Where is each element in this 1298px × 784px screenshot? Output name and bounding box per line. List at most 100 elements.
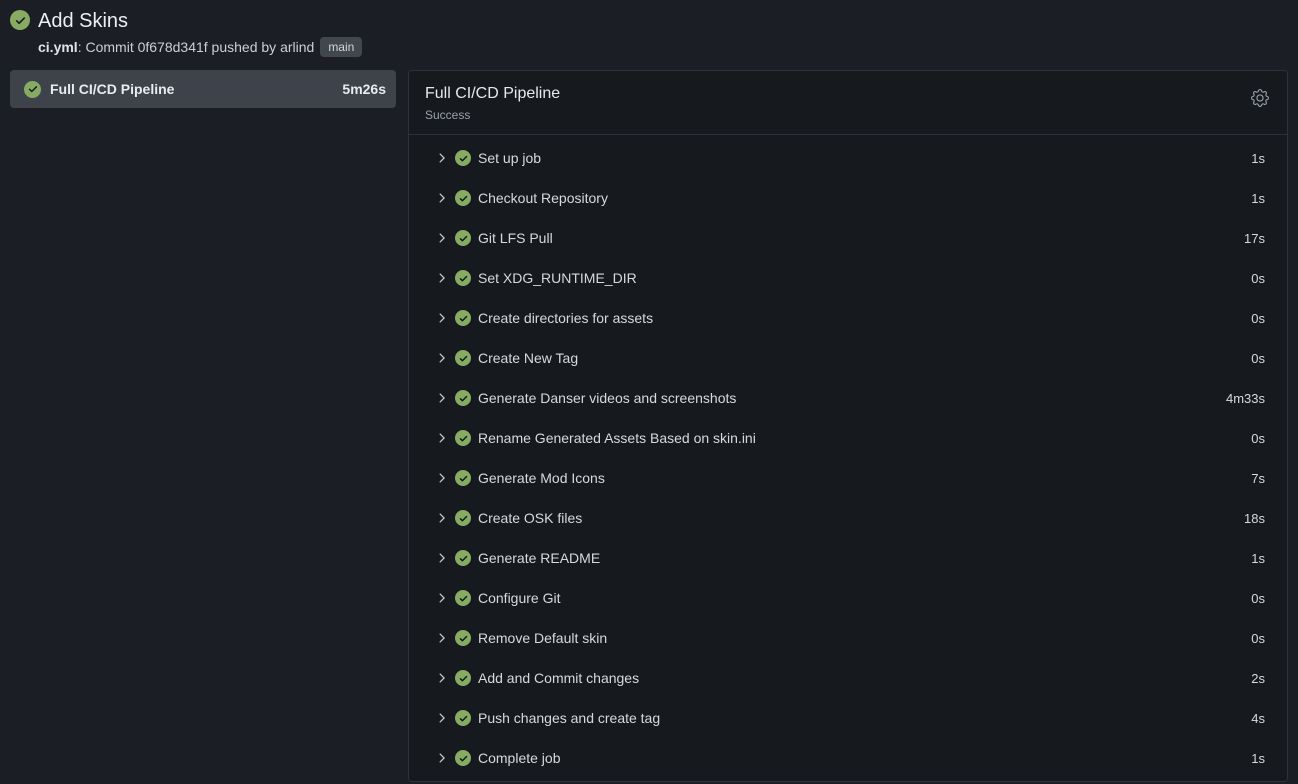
step-row[interactable]: Generate Danser videos and screenshots 4… (409, 378, 1287, 418)
step-success-check-circle-icon (455, 750, 471, 766)
step-name-label: Complete job (478, 750, 1251, 766)
chevron-right-icon[interactable] (434, 272, 450, 284)
chevron-right-icon[interactable] (434, 592, 450, 604)
step-row[interactable]: Create OSK files 18s (409, 498, 1287, 538)
step-success-check-circle-icon (455, 710, 471, 726)
commit-label: : Commit (78, 39, 138, 55)
branch-badge[interactable]: main (320, 37, 362, 57)
step-row[interactable]: Checkout Repository 1s (409, 178, 1287, 218)
step-success-check-circle-icon (455, 270, 471, 286)
step-duration-label: 2s (1251, 671, 1265, 686)
chevron-right-icon[interactable] (434, 752, 450, 764)
step-row[interactable]: Add and Commit changes 2s (409, 658, 1287, 698)
step-row[interactable]: Generate Mod Icons 7s (409, 458, 1287, 498)
chevron-right-icon[interactable] (434, 712, 450, 724)
job-name-label: Full CI/CD Pipeline (50, 81, 342, 97)
step-success-check-circle-icon (455, 510, 471, 526)
jobs-sidebar: Full CI/CD Pipeline 5m26s (10, 70, 396, 108)
step-duration-label: 0s (1251, 431, 1265, 446)
step-success-check-circle-icon (455, 310, 471, 326)
actor-name[interactable]: arlind (280, 39, 314, 55)
chevron-right-icon[interactable] (434, 152, 450, 164)
gear-icon[interactable] (1249, 87, 1271, 109)
job-detail-panel: Full CI/CD Pipeline Success (408, 70, 1288, 782)
step-success-check-circle-icon (455, 670, 471, 686)
step-row[interactable]: Remove Default skin 0s (409, 618, 1287, 658)
step-duration-label: 0s (1251, 351, 1265, 366)
job-success-check-circle-icon (24, 81, 41, 98)
job-panel-titles: Full CI/CD Pipeline Success (425, 84, 1249, 122)
step-row[interactable]: Rename Generated Assets Based on skin.in… (409, 418, 1287, 458)
step-success-check-circle-icon (455, 430, 471, 446)
step-success-check-circle-icon (455, 230, 471, 246)
step-name-label: Add and Commit changes (478, 670, 1251, 686)
step-row[interactable]: Create New Tag 0s (409, 338, 1287, 378)
step-name-label: Generate Danser videos and screenshots (478, 390, 1226, 406)
chevron-right-icon[interactable] (434, 552, 450, 564)
run-content: Full CI/CD Pipeline 5m26s Full CI/CD Pip… (10, 70, 1288, 782)
step-success-check-circle-icon (455, 550, 471, 566)
step-name-label: Rename Generated Assets Based on skin.in… (478, 430, 1251, 446)
step-name-label: Remove Default skin (478, 630, 1251, 646)
step-success-check-circle-icon (455, 390, 471, 406)
step-duration-label: 7s (1251, 471, 1265, 486)
step-row[interactable]: Set XDG_RUNTIME_DIR 0s (409, 258, 1287, 298)
step-duration-label: 1s (1251, 551, 1265, 566)
step-duration-label: 0s (1251, 631, 1265, 646)
chevron-right-icon[interactable] (434, 312, 450, 324)
step-name-label: Generate Mod Icons (478, 470, 1251, 486)
chevron-right-icon[interactable] (434, 512, 450, 524)
run-header: Add Skins (10, 8, 1288, 34)
chevron-right-icon[interactable] (434, 432, 450, 444)
job-duration-label: 5m26s (342, 81, 386, 97)
step-duration-label: 0s (1251, 311, 1265, 326)
pushed-by-label: pushed by (208, 39, 280, 55)
chevron-right-icon[interactable] (434, 352, 450, 364)
step-row[interactable]: Configure Git 0s (409, 578, 1287, 618)
step-row[interactable]: Set up job 1s (409, 138, 1287, 178)
step-row[interactable]: Complete job 1s (409, 738, 1287, 778)
step-duration-label: 1s (1251, 151, 1265, 166)
step-name-label: Create New Tag (478, 350, 1251, 366)
step-name-label: Push changes and create tag (478, 710, 1251, 726)
step-name-label: Checkout Repository (478, 190, 1251, 206)
step-duration-label: 1s (1251, 191, 1265, 206)
chevron-right-icon[interactable] (434, 632, 450, 644)
step-success-check-circle-icon (455, 150, 471, 166)
step-name-label: Generate README (478, 550, 1251, 566)
sidebar-job-item[interactable]: Full CI/CD Pipeline 5m26s (10, 70, 396, 108)
job-panel-header: Full CI/CD Pipeline Success (409, 71, 1287, 135)
step-row[interactable]: Generate README 1s (409, 538, 1287, 578)
actions-run-page: Add Skins ci.yml: Commit 0f678d341f push… (0, 0, 1298, 784)
step-success-check-circle-icon (455, 590, 471, 606)
chevron-right-icon[interactable] (434, 392, 450, 404)
step-name-label: Set XDG_RUNTIME_DIR (478, 270, 1251, 286)
step-name-label: Create OSK files (478, 510, 1244, 526)
step-duration-label: 4s (1251, 711, 1265, 726)
chevron-right-icon[interactable] (434, 472, 450, 484)
workflow-file-name: ci.yml (38, 39, 78, 55)
step-name-label: Set up job (478, 150, 1251, 166)
step-row[interactable]: Create directories for assets 0s (409, 298, 1287, 338)
step-duration-label: 0s (1251, 591, 1265, 606)
chevron-right-icon[interactable] (434, 192, 450, 204)
step-duration-label: 4m33s (1226, 391, 1265, 406)
run-success-check-circle-icon (10, 10, 30, 30)
step-name-label: Configure Git (478, 590, 1251, 606)
job-status-text: Success (425, 108, 1249, 122)
run-title: Add Skins (38, 8, 128, 34)
step-success-check-circle-icon (455, 470, 471, 486)
commit-sha[interactable]: 0f678d341f (138, 39, 208, 55)
chevron-right-icon[interactable] (434, 672, 450, 684)
chevron-right-icon[interactable] (434, 232, 450, 244)
step-row[interactable]: Push changes and create tag 4s (409, 698, 1287, 738)
step-row[interactable]: Git LFS Pull 17s (409, 218, 1287, 258)
step-name-label: Create directories for assets (478, 310, 1251, 326)
step-duration-label: 17s (1244, 231, 1265, 246)
step-duration-label: 1s (1251, 751, 1265, 766)
step-duration-label: 0s (1251, 271, 1265, 286)
job-panel-title: Full CI/CD Pipeline (425, 84, 1249, 104)
step-success-check-circle-icon (455, 190, 471, 206)
step-success-check-circle-icon (455, 630, 471, 646)
step-duration-label: 18s (1244, 511, 1265, 526)
